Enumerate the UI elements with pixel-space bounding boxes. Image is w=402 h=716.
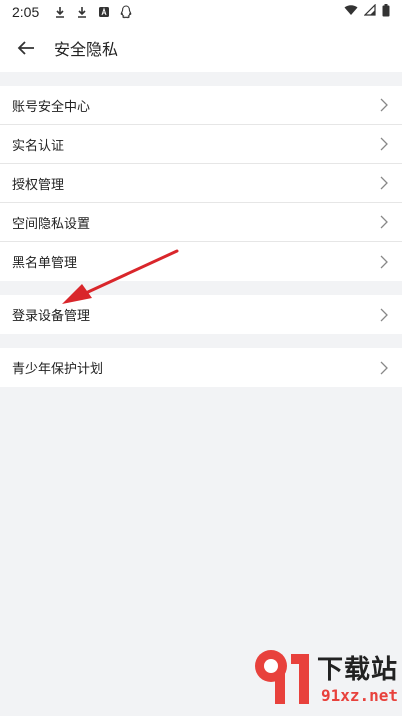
watermark-logo-icon xyxy=(254,650,309,704)
menu-item-label: 实名认证 xyxy=(12,138,65,154)
download-icon xyxy=(75,5,89,19)
watermark-title: 下载站 xyxy=(316,655,398,685)
menu-item-space-privacy[interactable]: 空间隐私设置 xyxy=(0,203,402,242)
app-notification-icon xyxy=(97,5,111,19)
menu-item-label: 账号安全中心 xyxy=(12,99,91,115)
menu-item-account-security[interactable]: 账号安全中心 xyxy=(0,86,402,125)
page-title: 安全隐私 xyxy=(54,40,119,59)
chevron-right-icon xyxy=(380,255,388,268)
chevron-right-icon xyxy=(380,176,388,190)
settings-group-account: 账号安全中心 实名认证 授权管理 空间隐私设置 黑名单管理 xyxy=(0,86,402,281)
app-bar: 安全隐私 xyxy=(0,24,402,72)
menu-item-authorization[interactable]: 授权管理 xyxy=(0,164,402,203)
battery-icon xyxy=(382,3,390,21)
menu-item-real-name[interactable]: 实名认证 xyxy=(0,125,402,164)
menu-item-label: 空间隐私设置 xyxy=(12,216,91,232)
settings-group-devices: 登录设备管理 xyxy=(0,295,402,334)
chevron-right-icon xyxy=(380,215,388,229)
watermark: 下载站 91xz.net xyxy=(247,644,398,710)
signal-icon xyxy=(363,3,376,20)
chevron-right-icon xyxy=(380,98,388,112)
chevron-right-icon xyxy=(380,137,388,151)
download-icon xyxy=(53,5,67,19)
wifi-icon xyxy=(344,4,358,20)
watermark-url: 91xz.net xyxy=(320,686,398,705)
status-time: 2:05 xyxy=(12,4,40,20)
qq-icon xyxy=(119,5,133,19)
menu-item-label: 授权管理 xyxy=(12,177,65,193)
menu-item-label: 黑名单管理 xyxy=(12,256,78,271)
chevron-right-icon xyxy=(380,308,388,321)
menu-item-label: 登录设备管理 xyxy=(12,309,91,324)
back-arrow-icon[interactable] xyxy=(14,36,38,60)
status-bar: 2:05 xyxy=(0,0,402,24)
menu-item-youth-protection[interactable]: 青少年保护计划 xyxy=(0,348,402,387)
settings-group-youth: 青少年保护计划 xyxy=(0,348,402,387)
menu-item-blacklist[interactable]: 黑名单管理 xyxy=(0,242,402,281)
chevron-right-icon xyxy=(380,361,388,374)
menu-item-label: 青少年保护计划 xyxy=(12,362,104,377)
menu-item-login-devices[interactable]: 登录设备管理 xyxy=(0,295,402,334)
